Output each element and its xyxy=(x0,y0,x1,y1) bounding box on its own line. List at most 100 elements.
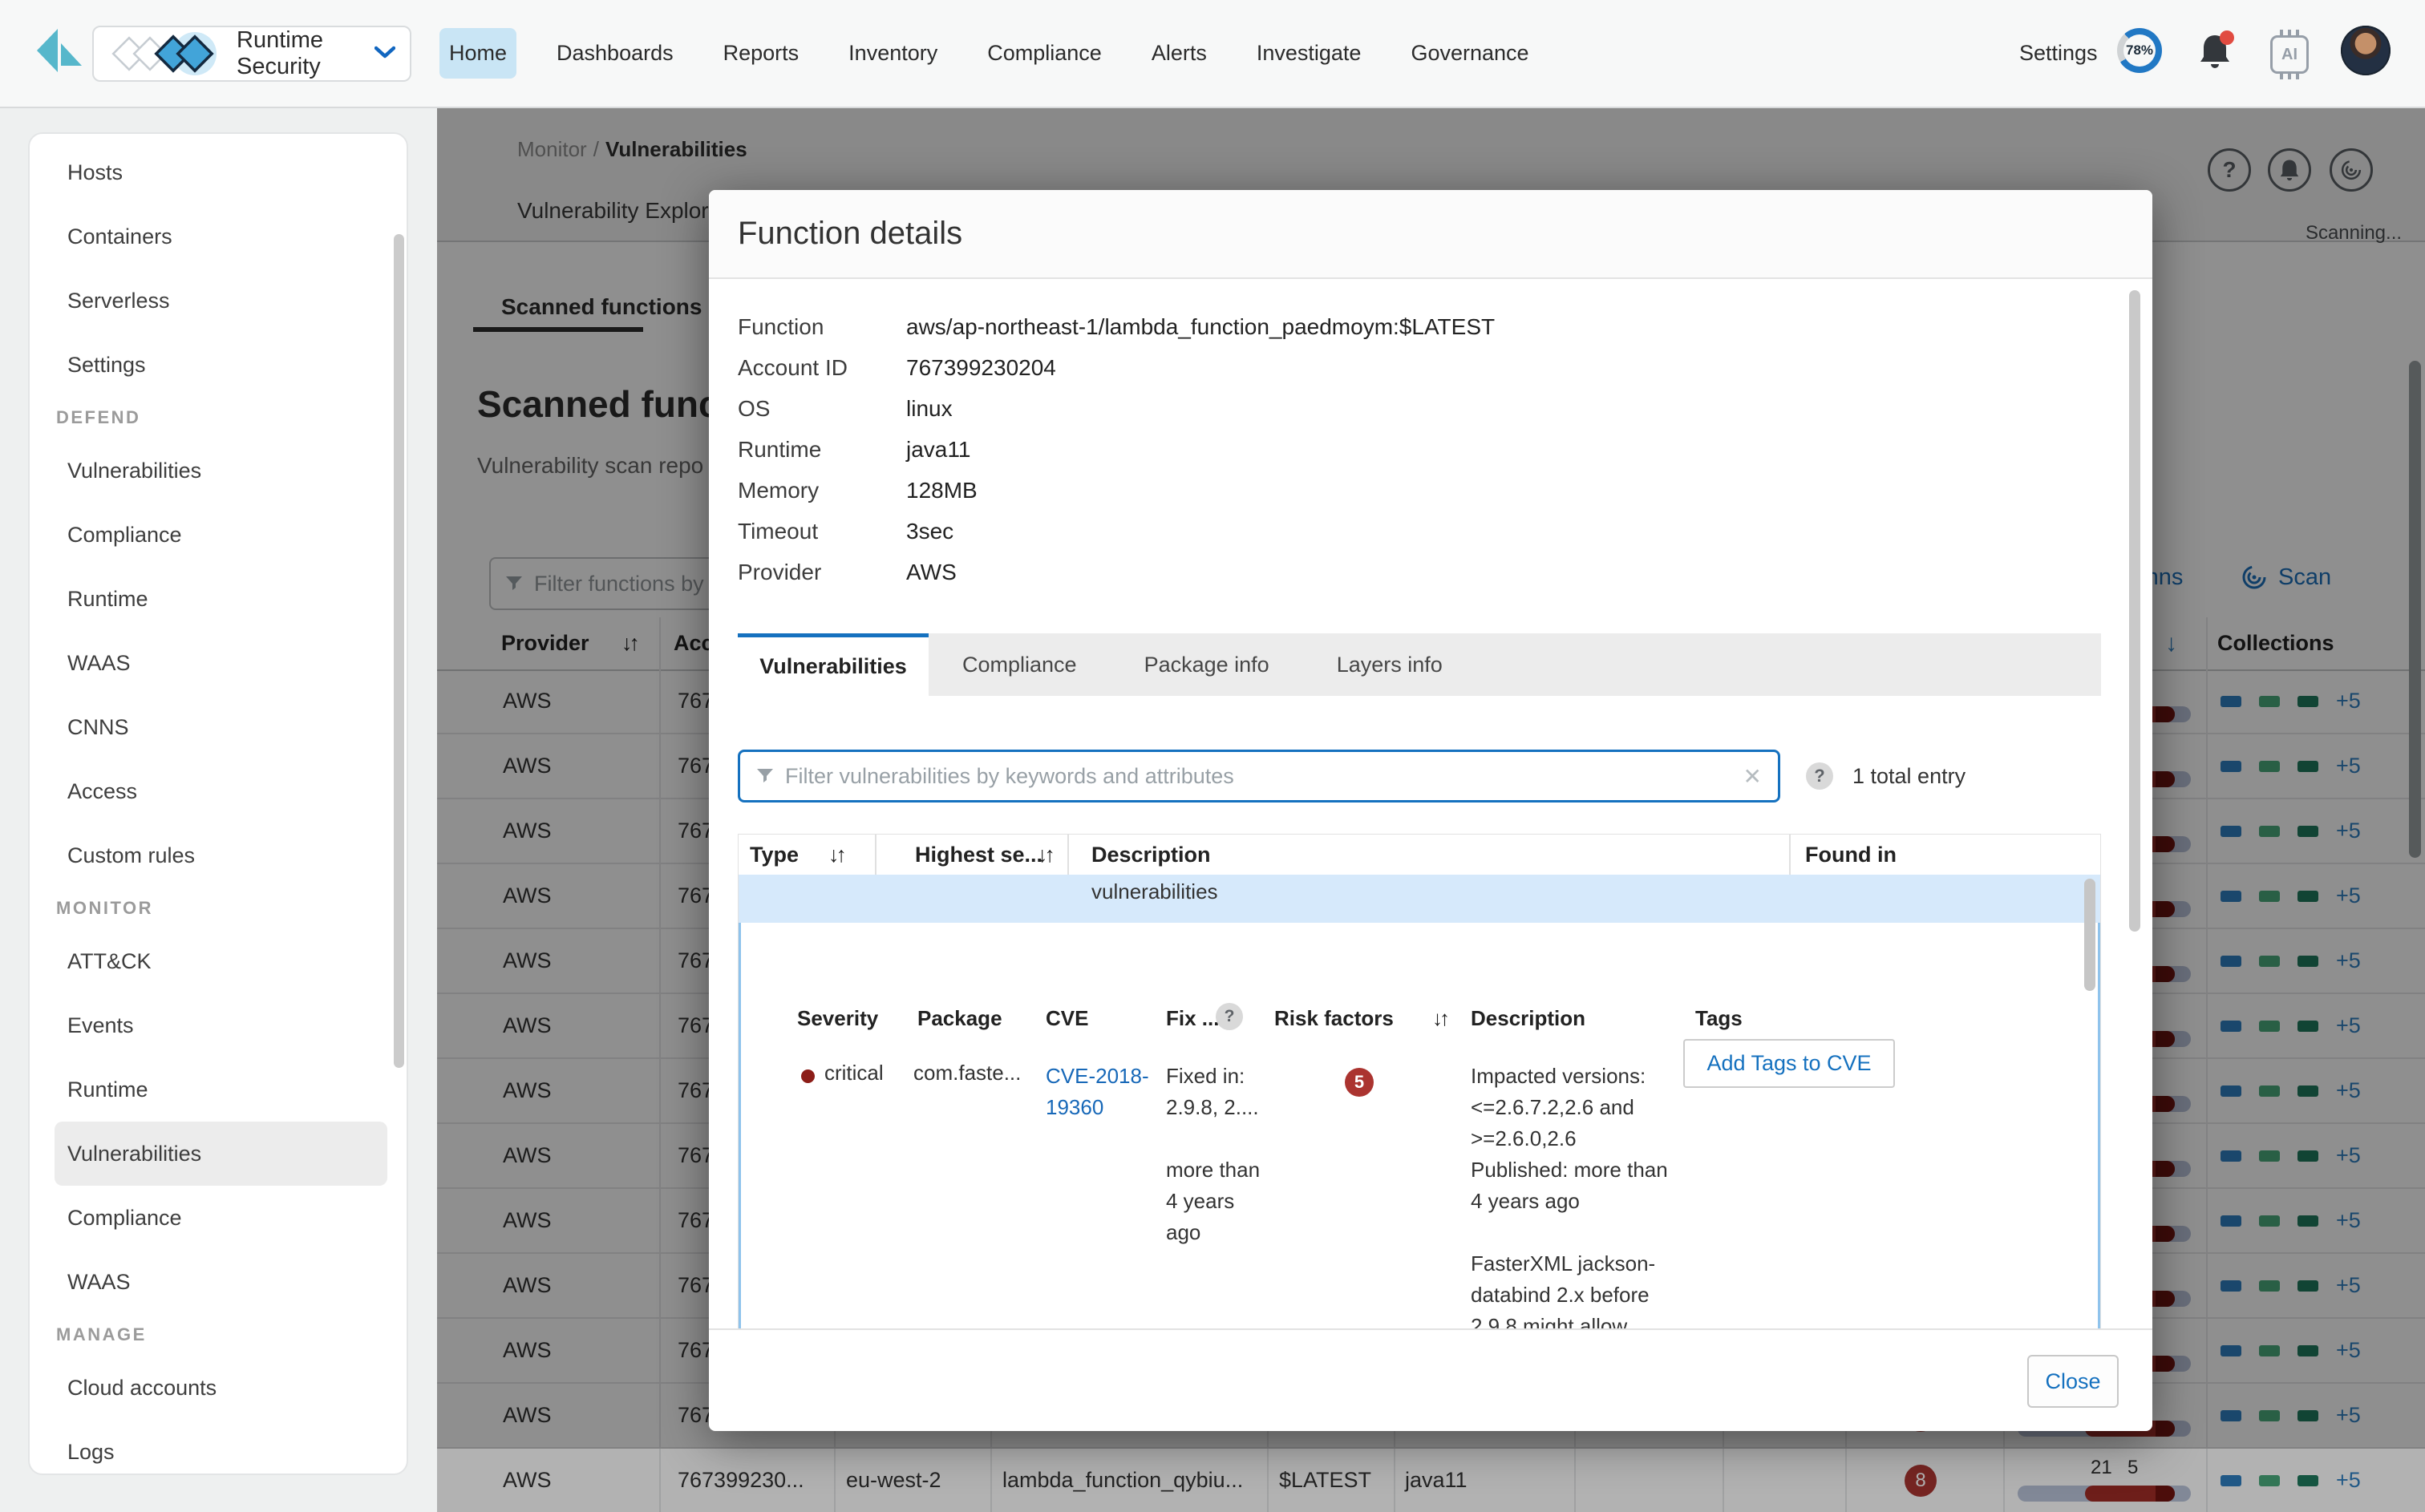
nav-item[interactable]: Alerts xyxy=(1142,28,1217,79)
sort-icon[interactable]: ↓↑ xyxy=(828,835,844,875)
product-switcher[interactable]: Runtime Security xyxy=(92,26,411,82)
cve-link[interactable]: CVE-2018- 19360 xyxy=(1046,1061,1149,1123)
modal-tab-label: Compliance xyxy=(962,653,1077,677)
selected-vuln-row[interactable]: vulnerabilities xyxy=(739,875,2100,923)
brand-logo-icon xyxy=(34,26,85,77)
sort-icon[interactable]: ↓↑ xyxy=(1037,835,1052,875)
sidebar-item-label: Custom rules xyxy=(67,843,195,867)
sidebar-item-label: MANAGE xyxy=(56,1324,147,1344)
sidebar-item[interactable]: CNNS xyxy=(30,695,407,759)
sidebar: HostsContainersServerlessSettingsDEFENDV… xyxy=(28,132,408,1475)
field-label: Account ID xyxy=(738,355,906,381)
sidebar-item[interactable]: Events xyxy=(30,993,407,1057)
nav-item[interactable]: Reports xyxy=(714,28,809,79)
sidebar-item-label: MONITOR xyxy=(56,898,153,918)
field-row: Timeout 3sec xyxy=(738,511,1495,552)
col-highest-severity[interactable]: Highest se... xyxy=(915,835,1042,875)
modal-tab[interactable]: Package info xyxy=(1111,633,1303,696)
vuln-filter-placeholder: Filter vulnerabilities by keywords and a… xyxy=(785,764,1732,789)
sidebar-item[interactable]: MONITOR xyxy=(30,887,407,929)
ai-assistant-icon[interactable]: AI xyxy=(2270,35,2309,74)
sidebar-item[interactable]: Custom rules xyxy=(30,823,407,887)
sidebar-item[interactable]: Access xyxy=(30,759,407,823)
field-label: Memory xyxy=(738,478,906,503)
cell-account: 767399230... xyxy=(678,1449,804,1512)
nav-item[interactable]: Compliance xyxy=(978,28,1111,79)
sidebar-item[interactable]: Hosts xyxy=(30,140,407,204)
modal-tabs: Vulnerabilities Compliance Package info Lay… xyxy=(738,633,2101,696)
sidebar-item[interactable]: Runtime xyxy=(30,567,407,631)
clear-filter-icon[interactable]: ✕ xyxy=(1743,763,1762,790)
cell-region: eu-west-2 xyxy=(846,1449,941,1512)
sidebar-item-label: Runtime xyxy=(67,587,148,611)
filter-help-icon[interactable]: ? xyxy=(1806,762,1833,790)
sidebar-scrollbar[interactable] xyxy=(394,234,404,1068)
sidebar-item[interactable]: Cloud accounts xyxy=(30,1356,407,1420)
vuln-table-scrollbar[interactable] xyxy=(2084,879,2095,991)
sidebar-item[interactable]: Containers xyxy=(30,204,407,269)
sidebar-item[interactable]: Logs xyxy=(30,1420,407,1475)
add-tags-to-cve-button[interactable]: Add Tags to CVE xyxy=(1683,1039,1895,1088)
col-type[interactable]: Type xyxy=(750,835,799,875)
detail-col-severity: Severity xyxy=(797,1003,878,1034)
field-label: Timeout xyxy=(738,519,906,544)
sidebar-item[interactable]: Serverless xyxy=(30,269,407,333)
detail-col-description: Description xyxy=(1471,1003,1585,1034)
vuln-filter-input[interactable]: Filter vulnerabilities by keywords and a… xyxy=(738,750,1780,802)
cve-description: Impacted versions: <=2.6.7.2,2.6 and >=2… xyxy=(1471,1061,1668,1329)
field-row: Provider AWS xyxy=(738,552,1495,592)
sidebar-item[interactable]: Runtime xyxy=(30,1057,407,1122)
user-avatar[interactable] xyxy=(2341,26,2391,75)
settings-link[interactable]: Settings xyxy=(2019,0,2098,107)
collections-more-label: +5 xyxy=(2336,1468,2361,1493)
field-value: 128MB xyxy=(906,478,978,503)
sidebar-item[interactable]: MANAGE xyxy=(30,1314,407,1356)
sidebar-item[interactable]: Vulnerabilities xyxy=(55,1122,387,1186)
sidebar-item[interactable]: DEFEND xyxy=(30,397,407,439)
notifications-bell-icon[interactable] xyxy=(2197,32,2233,72)
sidebar-item[interactable]: Settings xyxy=(30,333,407,397)
nav-item[interactable]: Inventory xyxy=(839,28,947,79)
nav-item[interactable]: Dashboards xyxy=(547,28,683,79)
nav-item[interactable]: Governance xyxy=(1401,28,1538,79)
modal-tab-label: Vulnerabilities xyxy=(759,654,907,679)
sidebar-item[interactable]: Vulnerabilities xyxy=(30,439,407,503)
nav-item[interactable]: Home xyxy=(439,28,516,79)
usage-progress-ring[interactable]: 78% xyxy=(2117,28,2162,73)
modal-scrollbar[interactable] xyxy=(2129,290,2140,932)
sidebar-item-label: Access xyxy=(67,779,137,803)
modal-tab-label: Package info xyxy=(1144,653,1269,677)
sidebar-item-label: Settings xyxy=(67,353,146,377)
sidebar-item[interactable]: ATT&CK xyxy=(30,929,407,993)
field-value: AWS xyxy=(906,560,957,585)
function-details-modal: Function details Function aws/ap-northea… xyxy=(709,190,2152,1431)
sidebar-item[interactable]: Compliance xyxy=(30,1186,407,1250)
collections-cell[interactable]: +5 xyxy=(2221,1449,2361,1512)
total-entries-label: 1 total entry xyxy=(1852,764,1966,789)
detail-col-package: Package xyxy=(917,1003,1002,1034)
collection-chip-green xyxy=(2259,1475,2280,1486)
fix-status: Fixed in: 2.9.8, 2.... more than 4 years… xyxy=(1166,1061,1260,1248)
fix-help-icon[interactable]: ? xyxy=(1216,1003,1243,1030)
sidebar-item[interactable]: Compliance xyxy=(30,503,407,567)
modal-tab[interactable]: Compliance xyxy=(929,633,1111,696)
modal-tab[interactable]: Vulnerabilities xyxy=(738,633,929,696)
sidebar-item-label: CNNS xyxy=(67,715,129,739)
modal-tab[interactable]: Layers info xyxy=(1303,633,1476,696)
table-row[interactable]: AWS 767399230... eu-west-2 lambda_functi… xyxy=(437,1449,2425,1512)
sort-icon[interactable]: ↓↑ xyxy=(1432,1003,1447,1034)
detail-col-tags: Tags xyxy=(1695,1003,1743,1034)
sidebar-item-label: Events xyxy=(67,1013,134,1037)
col-description[interactable]: Description xyxy=(1091,835,1211,875)
modal-tab-label: Layers info xyxy=(1337,653,1443,677)
sidebar-item[interactable]: WAAS xyxy=(30,1250,407,1314)
cell-provider: AWS xyxy=(503,1449,552,1512)
nav-item[interactable]: Investigate xyxy=(1247,28,1371,79)
severity-value: critical xyxy=(824,1061,884,1085)
close-button[interactable]: Close xyxy=(2027,1355,2119,1408)
risk-factors-badge[interactable]: 5 xyxy=(1345,1068,1374,1097)
detail-col-risk-factors[interactable]: Risk factors xyxy=(1274,1003,1394,1034)
col-found-in[interactable]: Found in xyxy=(1805,835,1897,875)
sidebar-item[interactable]: WAAS xyxy=(30,631,407,695)
sidebar-item-label: WAAS xyxy=(67,651,131,675)
